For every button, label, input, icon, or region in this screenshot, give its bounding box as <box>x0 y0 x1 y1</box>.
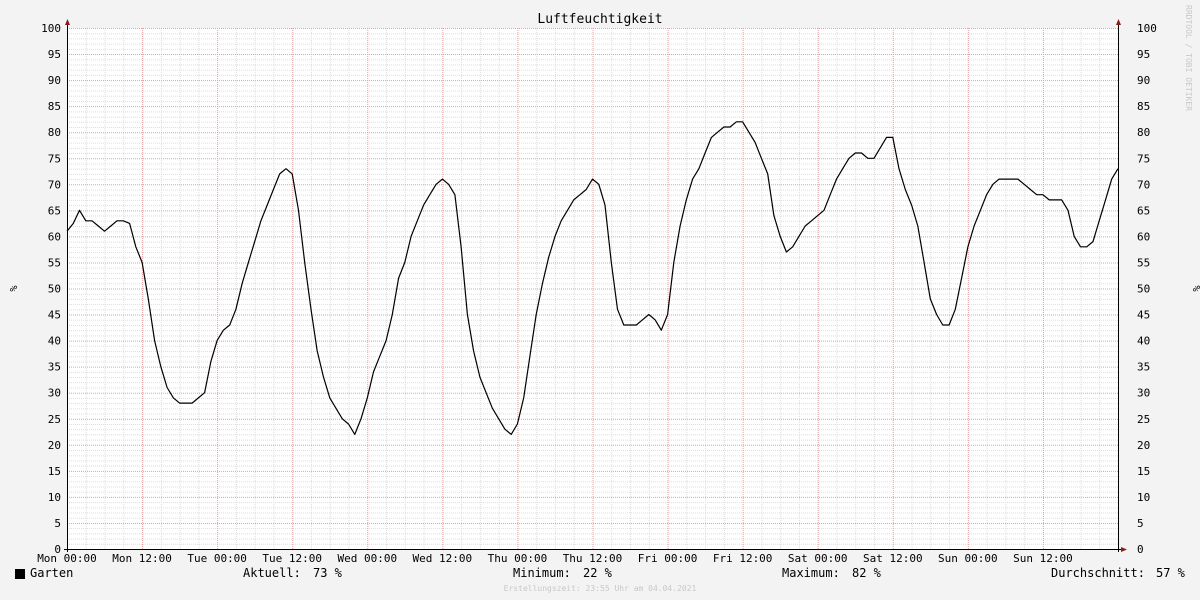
minimum-label: Minimum: <box>513 566 571 580</box>
y-tick-label-right: 50 <box>1137 283 1150 296</box>
y-tick-label-left: 5 <box>54 517 61 530</box>
y-tick-label-left: 90 <box>48 74 61 87</box>
y-tick-label-left: 75 <box>48 152 61 165</box>
y-tick-label-right: 55 <box>1137 256 1150 269</box>
y-tick-label-left: 45 <box>48 309 61 322</box>
y-tick-label-right: 90 <box>1137 74 1150 87</box>
minimum-value: 22 % <box>583 566 612 580</box>
y-tick-label-right: 10 <box>1137 491 1150 504</box>
y-tick-label-right: 20 <box>1137 439 1150 452</box>
y-tick-label-left: 55 <box>48 256 61 269</box>
legend-series-name: Garten <box>30 566 74 580</box>
y-tick-label-left: 10 <box>48 491 61 504</box>
y-tick-label-right: 95 <box>1137 48 1150 61</box>
durchschnitt-value: 57 % <box>1156 566 1185 580</box>
y-tick-label-left: 15 <box>48 465 61 478</box>
y-tick-label-left: 30 <box>48 387 61 400</box>
maximum-label: Maximum: <box>782 566 840 580</box>
y-tick-label-left: 40 <box>48 335 61 348</box>
x-tick-label: Thu 12:00 <box>563 552 623 565</box>
y-tick-label-left: 70 <box>48 178 61 191</box>
y-axis-right-arrow <box>1116 19 1121 25</box>
y-tick-label-left: 50 <box>48 283 61 296</box>
y-tick-label-right: 30 <box>1137 387 1150 400</box>
x-tick-label: Sat 12:00 <box>863 552 923 565</box>
x-tick-label: Fri 00:00 <box>638 552 698 565</box>
x-tick-label: Thu 00:00 <box>488 552 548 565</box>
y-tick-label-right: 25 <box>1137 413 1150 426</box>
rrdtool-watermark: RRDTOOL / TOBI OETIKER <box>1184 5 1193 111</box>
chart-svg: 0 05 510 1015 1520 2025 2530 3035 3540 4045 4550 50… <box>7 12 1200 565</box>
x-tick-label: Tue 12:00 <box>262 552 322 565</box>
y-tick-label-right: 45 <box>1137 309 1150 322</box>
y-tick-label-right: 35 <box>1137 361 1150 374</box>
aktuell-label: Aktuell: <box>243 566 301 580</box>
y-tick-label-right: 15 <box>1137 465 1150 478</box>
x-tick-label: Fri 12:00 <box>713 552 773 565</box>
y-tick-label-right: 40 <box>1137 335 1150 348</box>
y-tick-label-right: 70 <box>1137 178 1150 191</box>
y-tick-label-left: 20 <box>48 439 61 452</box>
x-tick-label: Wed 12:00 <box>413 552 473 565</box>
durchschnitt-label: Durchschnitt: <box>1051 566 1145 580</box>
x-tick-label: Mon 12:00 <box>112 552 172 565</box>
creation-time-footer: Erstellungszeit: 23:55 Uhr am 04.04.2021 <box>503 584 697 593</box>
y-tick-label-left: 65 <box>48 204 61 217</box>
maximum-value: 82 % <box>852 566 881 580</box>
x-tick-label: Sun 12:00 <box>1013 552 1073 565</box>
y-tick-label-left: 80 <box>48 126 61 139</box>
chart-stage: 0 0 5 5 10 10 15 15 20 20 25 25 30 30 35 35 40 40 45 45 50 50… <box>0 0 1200 600</box>
y-axis-unit-right: % <box>1190 285 1200 291</box>
x-tick-label: Mon 00:00 <box>37 552 97 565</box>
x-tick-label: Tue 00:00 <box>187 552 247 565</box>
y-axis-unit-left: % <box>7 285 18 291</box>
y-tick-label-right: 75 <box>1137 152 1150 165</box>
y-tick-label-right: 80 <box>1137 126 1150 139</box>
legend-swatch <box>15 569 25 579</box>
y-tick-label-right: 0 <box>1137 543 1144 556</box>
y-tick-label-right: 100 <box>1137 22 1157 35</box>
x-tick-label: Sun 00:00 <box>938 552 998 565</box>
y-tick-label-left: 25 <box>48 413 61 426</box>
y-tick-label-right: 85 <box>1137 100 1150 113</box>
x-tick-label: Wed 00:00 <box>337 552 397 565</box>
legend-row: Garten Aktuell: 73 % Minimum: 22 % Maxim… <box>0 566 1200 584</box>
y-tick-label-left: 100 <box>41 22 61 35</box>
y-tick-label-left: 60 <box>48 230 61 243</box>
y-tick-label-left: 95 <box>48 48 61 61</box>
chart-title: Luftfeuchtigkeit <box>537 12 662 27</box>
aktuell-value: 73 % <box>313 566 342 580</box>
x-axis-arrow <box>1121 547 1127 552</box>
y-tick-label-left: 35 <box>48 361 61 374</box>
y-tick-label-left: 85 <box>48 100 61 113</box>
y-tick-label-right: 65 <box>1137 204 1150 217</box>
y-tick-label-right: 60 <box>1137 230 1150 243</box>
y-tick-label-right: 5 <box>1137 517 1144 530</box>
x-tick-label: Sat 00:00 <box>788 552 848 565</box>
y-axis-left-arrow <box>65 19 70 25</box>
